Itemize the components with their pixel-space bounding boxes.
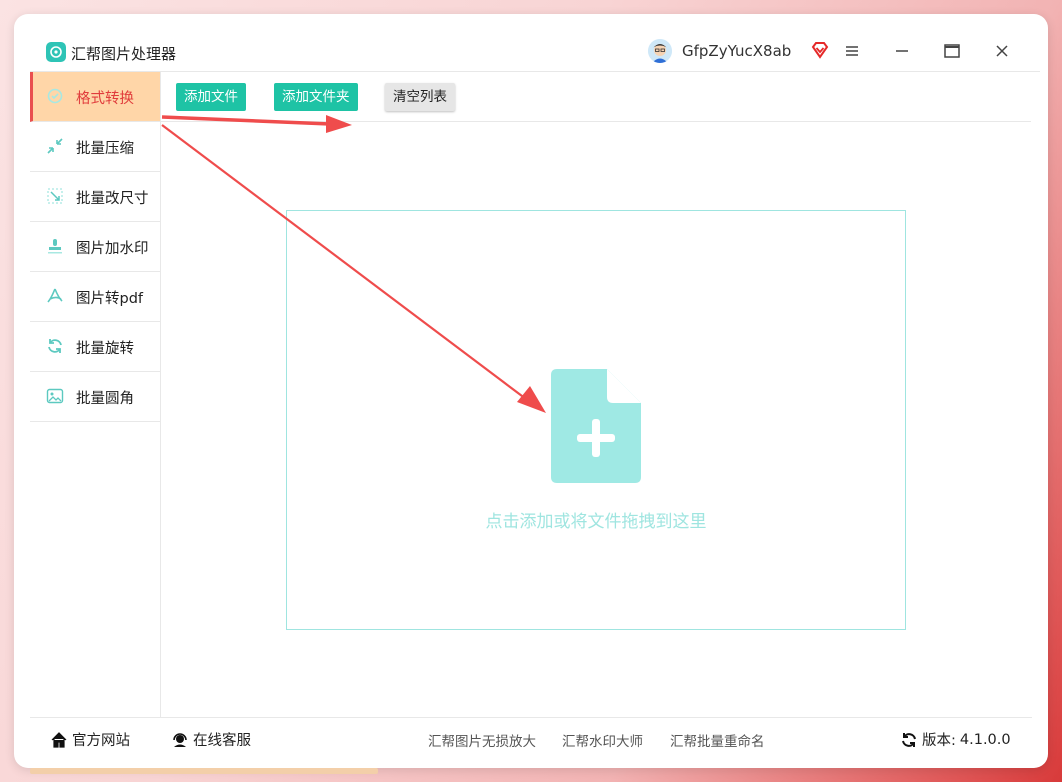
watermark-icon [46,237,64,255]
version-label: 版本: [922,733,956,749]
home-icon [50,731,68,749]
sidebar-item-label: 批量改尺寸 [76,191,149,207]
online-support-label: 在线客服 [193,733,251,749]
clear-list-button[interactable]: 清空列表 [385,83,455,111]
username[interactable]: GfpZyYucX8ab [682,42,791,60]
sidebar-item-resize[interactable]: 批量改尺寸 [30,172,160,222]
sidebar: 格式转换 批量压缩 批量改尺寸 图片加水印 图片转pdf 批量旋转 批量圆角 [30,72,161,717]
version-number: 4.1.0.0 [959,731,1011,748]
app-logo-icon [46,42,66,62]
footer-link-watermark[interactable]: 汇帮水印大师 [562,730,643,750]
footer: 官方网站 在线客服 汇帮图片无损放大 汇帮水印大师 汇帮批量重命名 版本: 4.… [30,717,1032,758]
close-icon[interactable] [992,41,1012,61]
format-convert-icon [46,87,64,105]
add-file-icon [551,369,641,483]
sidebar-item-compress[interactable]: 批量压缩 [30,122,160,172]
app-window: 汇帮图片处理器 GfpZyYucX8ab 格式转换 批量压缩 批量改尺寸 图片加… [14,14,1048,768]
menu-icon[interactable] [842,41,862,61]
minimize-icon[interactable] [892,41,912,61]
pdf-icon [46,287,64,305]
version-info: 版本: 4.1.0.0 [900,729,1011,750]
sidebar-item-label: 格式转换 [76,91,134,107]
app-title: 汇帮图片处理器 [71,45,177,63]
official-site-link[interactable]: 官方网站 [50,729,130,750]
vip-diamond-icon[interactable] [811,41,829,59]
online-support-link[interactable]: 在线客服 [171,729,251,750]
official-site-label: 官方网站 [72,733,130,749]
sidebar-item-watermark[interactable]: 图片加水印 [30,222,160,272]
headset-icon [171,731,189,749]
title-bar: 汇帮图片处理器 GfpZyYucX8ab [30,14,1040,72]
compress-icon [46,137,64,155]
sidebar-item-label: 图片加水印 [76,241,149,257]
avatar[interactable] [648,39,672,63]
add-file-button[interactable]: 添加文件 [176,83,246,111]
add-folder-button[interactable]: 添加文件夹 [274,83,358,111]
sidebar-item-label: 批量圆角 [76,391,134,407]
sidebar-item-to-pdf[interactable]: 图片转pdf [30,272,160,322]
sidebar-item-label: 批量旋转 [76,341,134,357]
sidebar-item-label: 图片转pdf [76,291,144,307]
sidebar-item-format-convert[interactable]: 格式转换 [30,72,160,122]
footer-link-upscale[interactable]: 汇帮图片无损放大 [428,730,536,750]
file-drop-zone[interactable]: 点击添加或将文件拖拽到这里 [286,210,906,630]
rotate-icon [46,337,64,355]
drop-zone-hint: 点击添加或将文件拖拽到这里 [485,512,707,532]
sidebar-item-label: 批量压缩 [76,141,134,157]
refresh-icon [900,731,918,749]
sidebar-item-rounded-corner[interactable]: 批量圆角 [30,372,160,422]
resize-icon [46,187,64,205]
rounded-corner-icon [46,387,64,405]
taskbar-strip [30,768,378,774]
footer-link-rename[interactable]: 汇帮批量重命名 [670,730,765,750]
sidebar-item-rotate[interactable]: 批量旋转 [30,322,160,372]
toolbar: 添加文件 添加文件夹 清空列表 [161,72,1031,122]
maximize-icon[interactable] [942,41,962,61]
